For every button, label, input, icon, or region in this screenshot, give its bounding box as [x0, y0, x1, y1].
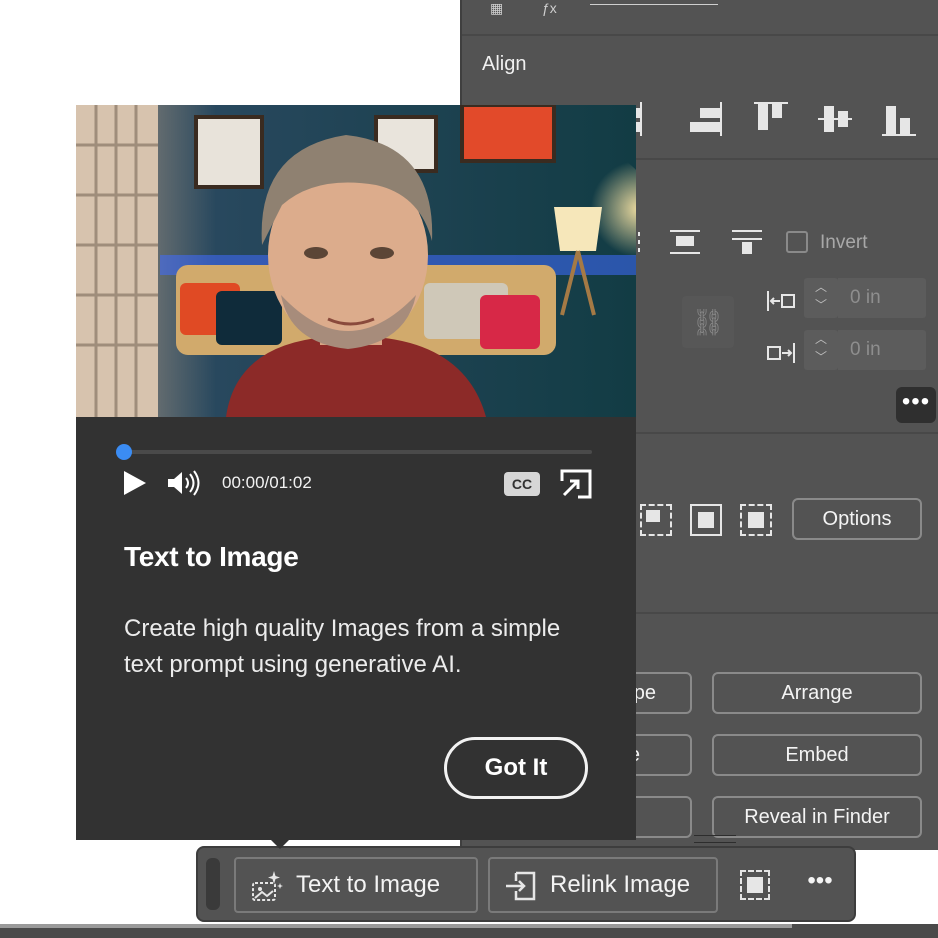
offset-left-field[interactable]: 0 in	[838, 278, 926, 318]
video-time: 00:00/01:02	[222, 473, 312, 492]
offset-right-field[interactable]: 0 in	[838, 330, 926, 370]
panel-top-toolbar: ▦ ƒx	[462, 0, 938, 30]
panel-resize-grip[interactable]	[694, 835, 736, 843]
distribute-vertical-center-icon[interactable]	[670, 230, 702, 256]
play-icon[interactable]	[120, 469, 148, 497]
reveal-in-finder-button[interactable]: Reveal in Finder	[712, 796, 922, 838]
align-top-icon[interactable]	[754, 102, 788, 136]
volume-icon[interactable]	[166, 469, 202, 497]
popover-caret	[266, 835, 294, 849]
invert-label: Invert	[820, 232, 868, 253]
align-bottom-icon[interactable]	[882, 102, 916, 136]
indent-left-icon	[767, 291, 795, 311]
scrollbar-thumb[interactable]	[0, 924, 792, 928]
relink-icon	[506, 871, 536, 901]
popover-title: Text to Image	[124, 541, 299, 572]
text-to-image-button[interactable]: Text to Image	[234, 857, 478, 913]
video-progress-knob[interactable]	[116, 444, 132, 460]
relink-image-button[interactable]: Relink Image	[488, 857, 718, 913]
more-options-button[interactable]: •••	[896, 387, 936, 423]
distribute-top-icon[interactable]	[732, 230, 764, 256]
mask-frame-icon[interactable]	[740, 504, 772, 536]
fx-icon[interactable]: ƒx	[542, 0, 557, 16]
options-button[interactable]: Options	[792, 498, 922, 540]
popover-description: Create high quality Images from a simple…	[124, 615, 561, 678]
invert-checkbox[interactable]	[786, 231, 808, 253]
video-progress-track[interactable]	[124, 450, 592, 454]
embed-button[interactable]: Embed	[712, 734, 922, 776]
active-tab-underline	[590, 4, 718, 5]
text-to-image-icon	[252, 871, 283, 901]
transform-icon[interactable]: ▦	[490, 0, 503, 17]
align-section-title: Align	[482, 53, 527, 75]
task-bar-drag-handle[interactable]	[206, 858, 220, 910]
more-actions-button[interactable]: •••	[798, 866, 842, 902]
text-to-image-label: Text to Image	[296, 871, 441, 898]
fullscreen-icon[interactable]	[560, 469, 592, 499]
relink-image-label: Relink Image	[550, 871, 691, 898]
arrange-button[interactable]: Arrange	[712, 672, 922, 714]
mask-icon[interactable]	[740, 870, 770, 900]
contextual-task-bar: Text to Image Relink Image •••	[196, 846, 856, 922]
video-thumbnail[interactable]	[76, 105, 636, 417]
offset-left-stepper[interactable]: ︿ ﹀	[804, 278, 838, 318]
link-icon[interactable]: ⛓	[682, 296, 734, 348]
fit-frame-icon[interactable]	[690, 504, 722, 536]
align-right-icon[interactable]	[690, 102, 724, 136]
closed-captions-button[interactable]: CC	[504, 472, 540, 496]
feature-popover: 00:00/01:02 CC Text to Image Create high…	[76, 105, 636, 840]
presenter-image	[76, 105, 636, 417]
indent-right-icon	[767, 343, 795, 363]
section-divider	[462, 34, 938, 36]
crop-image-icon[interactable]	[640, 504, 672, 536]
offset-right-stepper[interactable]: ︿ ﹀	[804, 330, 838, 370]
got-it-button[interactable]: Got It	[444, 737, 588, 799]
align-vertical-center-icon[interactable]	[818, 102, 852, 136]
bottom-scrollbar[interactable]	[0, 924, 938, 938]
